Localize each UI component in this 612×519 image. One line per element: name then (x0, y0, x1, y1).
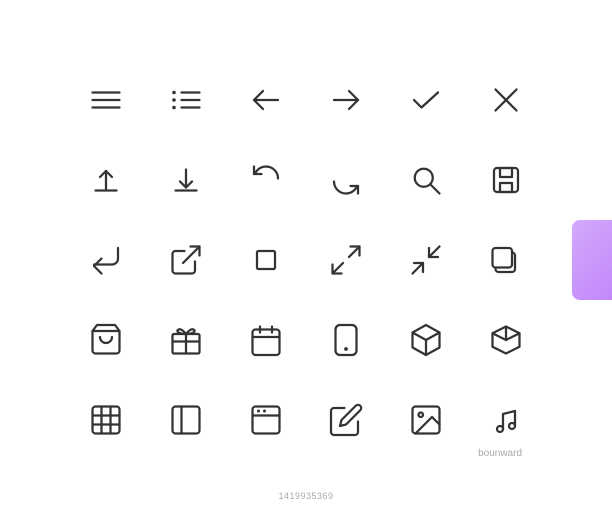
shopping-bag-icon (66, 300, 146, 380)
external-link-icon (146, 220, 226, 300)
upload-icon (66, 140, 146, 220)
purple-decoration (572, 220, 612, 300)
table-icon (66, 380, 146, 460)
compress-icon (386, 220, 466, 300)
close-icon (466, 60, 546, 140)
sidebar-icon (146, 380, 226, 460)
arrow-right-icon (306, 60, 386, 140)
box3d-icon (466, 300, 546, 380)
list-icon (146, 60, 226, 140)
getty-id: 1419935369 (278, 491, 333, 501)
phone-icon (306, 300, 386, 380)
calendar-icon (226, 300, 306, 380)
browser-icon (226, 380, 306, 460)
sync-icon (306, 140, 386, 220)
save-icon (466, 140, 546, 220)
crop-icon (226, 220, 306, 300)
expand-icon (306, 220, 386, 300)
hamburger-menu-icon (66, 60, 146, 140)
edit-icon (306, 380, 386, 460)
checkmark-icon (386, 60, 466, 140)
watermark-text: bounward (478, 448, 522, 459)
gift-icon (146, 300, 226, 380)
icon-grid (66, 60, 546, 460)
layers-icon (466, 220, 546, 300)
image-icon (386, 380, 466, 460)
download-icon (146, 140, 226, 220)
arrow-left-icon (226, 60, 306, 140)
share-icon (66, 220, 146, 300)
refresh-icon (226, 140, 306, 220)
cube-icon (386, 300, 466, 380)
search-icon (386, 140, 466, 220)
